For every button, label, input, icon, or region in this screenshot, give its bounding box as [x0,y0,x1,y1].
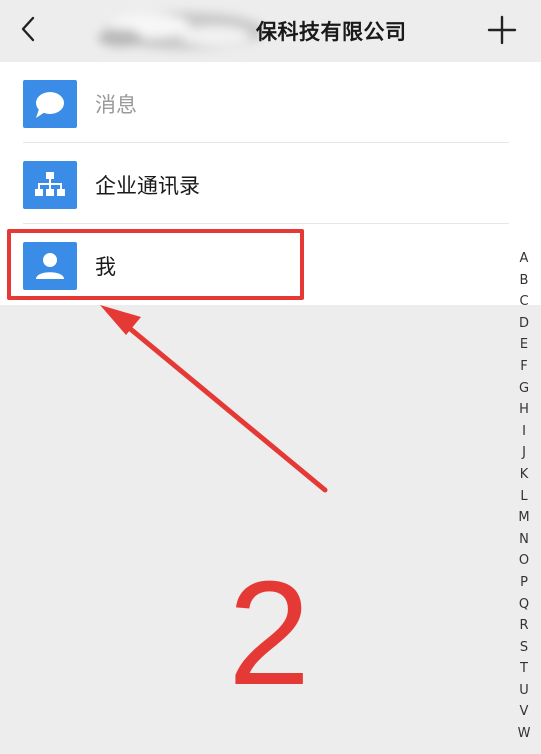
step-number-annotation: 2 [228,551,311,716]
